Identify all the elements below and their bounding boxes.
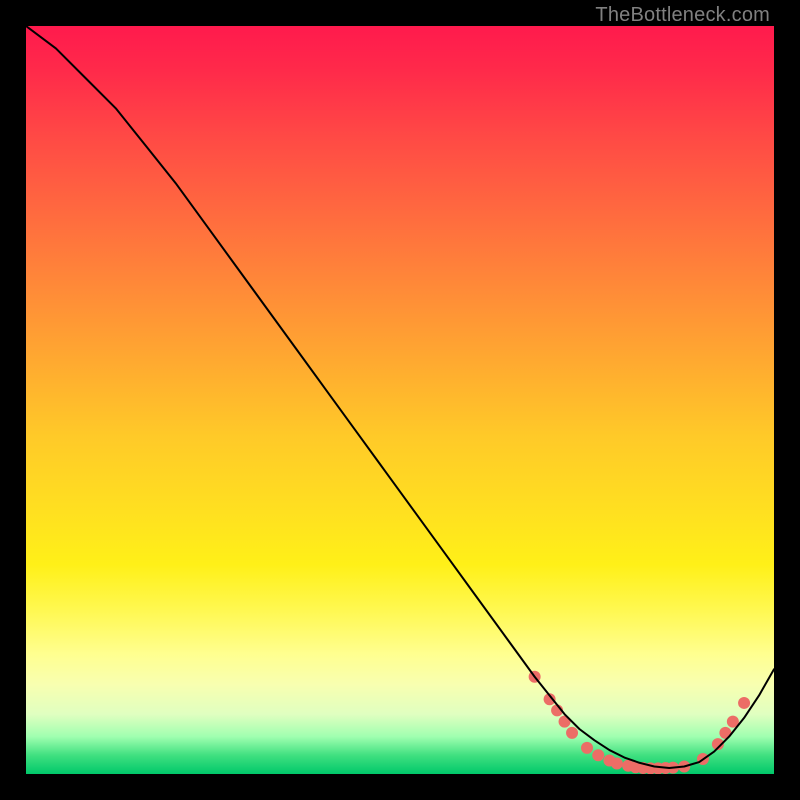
data-marker [738,697,750,709]
data-marker [566,727,578,739]
data-marker [592,749,604,761]
chart-frame: TheBottleneck.com [0,0,800,800]
data-marker [611,758,623,770]
watermark-text: TheBottleneck.com [595,4,770,27]
chart-svg [26,26,774,774]
data-marker [581,742,593,754]
data-curve [26,26,774,768]
data-markers [529,671,750,774]
plot-area [26,26,774,774]
